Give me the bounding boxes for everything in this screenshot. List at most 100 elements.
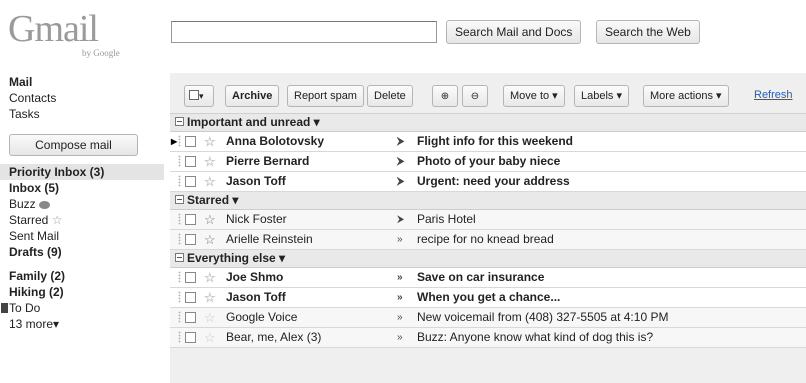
subject: Paris Hotel <box>417 212 476 226</box>
search-input[interactable] <box>171 21 437 43</box>
delete-button[interactable]: Delete <box>367 85 413 107</box>
section-starred[interactable]: Starred ▾ <box>170 192 806 210</box>
row-checkbox[interactable] <box>185 214 196 225</box>
importance-marker-icon[interactable]: » <box>397 230 403 249</box>
logo-wordmark: Gmail <box>8 8 99 50</box>
section-important-unread[interactable]: Important and unread ▾ <box>170 114 806 132</box>
drag-handle-icon[interactable] <box>178 155 181 167</box>
drag-handle-icon[interactable] <box>178 331 181 343</box>
select-checkbox-icon <box>189 90 199 100</box>
select-dropdown[interactable]: ▾ <box>184 85 214 107</box>
section-title: Everything else ▾ <box>187 251 286 265</box>
star-icon[interactable]: ☆ <box>204 230 216 249</box>
nav-mail[interactable]: Mail <box>0 74 164 90</box>
sender: Anna Bolotovsky <box>226 134 325 148</box>
mark-important-button[interactable]: ⊕ <box>432 85 458 107</box>
collapse-icon <box>175 195 184 204</box>
drag-handle-icon[interactable] <box>178 271 181 283</box>
message-row[interactable]: ☆ Arielle Reinstein » recipe for no knead b… <box>170 230 806 250</box>
row-checkbox[interactable] <box>185 176 196 187</box>
star-icon[interactable]: ☆ <box>204 308 216 327</box>
search-mail-button[interactable]: Search Mail and Docs <box>446 20 582 44</box>
sender: Nick Foster <box>226 212 287 226</box>
report-spam-button[interactable]: Report spam <box>287 85 364 107</box>
importance-marker-icon[interactable]: » <box>397 328 403 347</box>
buzz-icon <box>39 201 51 209</box>
nav-inbox[interactable]: Inbox (5) <box>0 180 164 196</box>
star-icon[interactable]: ☆ <box>204 210 216 229</box>
importance-marker-icon[interactable]: ⮞ <box>397 132 404 151</box>
subject: When you get a chance... <box>417 290 561 304</box>
star-icon[interactable]: ☆ <box>204 172 216 191</box>
label-color-swatch <box>1 303 8 313</box>
row-checkbox[interactable] <box>185 312 196 323</box>
label-todo[interactable]: To Do <box>0 300 164 316</box>
message-row[interactable]: ☆ Nick Foster ⮞ Paris Hotel <box>170 210 806 230</box>
message-row[interactable]: ☆ Google Voice » New voicemail from (408) 3… <box>170 308 806 328</box>
minus-icon: ⊖ <box>470 91 480 102</box>
row-checkbox[interactable] <box>185 234 196 245</box>
importance-marker-icon[interactable]: ⮞ <box>397 210 404 229</box>
nav-sent[interactable]: Sent Mail <box>0 228 164 244</box>
drag-handle-icon[interactable] <box>178 213 181 225</box>
message-row[interactable]: ☆ Jason Toff ⮞ Urgent: need your address <box>170 172 806 192</box>
message-row[interactable]: ☆ Jason Toff » When you get a chance... <box>170 288 806 308</box>
select-arrow: ▾ <box>199 91 204 101</box>
subject: recipe for no knead bread <box>417 232 554 246</box>
message-row[interactable]: ▶ ☆ Anna Bolotovsky ⮞ Flight info for this w… <box>170 132 806 152</box>
section-everything-else[interactable]: Everything else ▾ <box>170 250 806 268</box>
importance-marker-icon[interactable]: » <box>397 308 403 327</box>
nav-buzz[interactable]: Buzz <box>0 196 164 212</box>
archive-button[interactable]: Archive <box>225 85 280 107</box>
drag-handle-icon[interactable] <box>178 291 181 303</box>
nav-contacts[interactable]: Contacts <box>0 90 164 106</box>
collapse-icon <box>175 253 184 262</box>
nav-priority-inbox[interactable]: Priority Inbox (3) <box>0 164 164 180</box>
star-icon[interactable]: ☆ <box>204 152 216 171</box>
drag-handle-icon[interactable] <box>178 175 181 187</box>
row-checkbox[interactable] <box>185 156 196 167</box>
importance-marker-icon[interactable]: ⮞ <box>397 172 404 191</box>
row-checkbox[interactable] <box>185 332 196 343</box>
starred-label: Starred <box>9 213 49 227</box>
mark-unimportant-button[interactable]: ⊖ <box>462 85 488 107</box>
drag-handle-icon[interactable] <box>178 233 181 245</box>
nav-tasks[interactable]: Tasks <box>0 106 164 122</box>
star-icon[interactable]: ☆ <box>204 132 216 151</box>
importance-marker-icon[interactable]: ⮞ <box>397 152 404 171</box>
move-to-dropdown[interactable]: Move to ▾ <box>503 85 565 107</box>
cursor-arrow-icon: ▶ <box>171 137 178 146</box>
subject: New voicemail from (408) 327-5505 at 4:1… <box>417 310 669 324</box>
subject: Buzz: Anyone know what kind of dog this … <box>417 330 654 344</box>
logo-byline: by Google <box>82 48 120 58</box>
drag-handle-icon[interactable] <box>178 311 181 323</box>
message-row[interactable]: ☆ Pierre Bernard ⮞ Photo of your baby niece <box>170 152 806 172</box>
star-icon[interactable]: ☆ <box>204 268 216 287</box>
buzz-label: Buzz <box>9 197 36 211</box>
label-family[interactable]: Family (2) <box>0 268 164 284</box>
row-checkbox[interactable] <box>185 136 196 147</box>
plus-icon: ⊕ <box>440 91 450 102</box>
nav-drafts[interactable]: Drafts (9) <box>0 244 164 260</box>
sender: Jason Toff <box>226 174 286 188</box>
search-web-button[interactable]: Search the Web <box>596 20 700 44</box>
more-actions-dropdown[interactable]: More actions ▾ <box>643 85 729 107</box>
more-labels-link[interactable]: 13 more▾ <box>0 316 164 332</box>
row-checkbox[interactable] <box>185 292 196 303</box>
importance-marker-icon[interactable]: » <box>397 268 403 287</box>
drag-handle-icon[interactable] <box>178 135 181 147</box>
message-row[interactable]: ☆ Bear, me, Alex (3) » Buzz: Anyone know wh… <box>170 328 806 348</box>
star-icon[interactable]: ☆ <box>204 328 216 347</box>
gmail-logo[interactable]: Gmail by Google <box>8 10 148 60</box>
label-hiking[interactable]: Hiking (2) <box>0 284 164 300</box>
labels-dropdown[interactable]: Labels ▾ <box>574 85 629 107</box>
sender: Google Voice <box>226 310 298 324</box>
row-checkbox[interactable] <box>185 272 196 283</box>
section-title: Important and unread ▾ <box>187 115 320 129</box>
compose-button[interactable]: Compose mail <box>9 134 138 156</box>
nav-starred[interactable]: Starred ☆ <box>0 212 164 228</box>
importance-marker-icon[interactable]: » <box>397 288 403 307</box>
refresh-link[interactable]: Refresh <box>754 89 793 101</box>
star-icon[interactable]: ☆ <box>204 288 216 307</box>
message-row[interactable]: ☆ Joe Shmo » Save on car insurance <box>170 268 806 288</box>
